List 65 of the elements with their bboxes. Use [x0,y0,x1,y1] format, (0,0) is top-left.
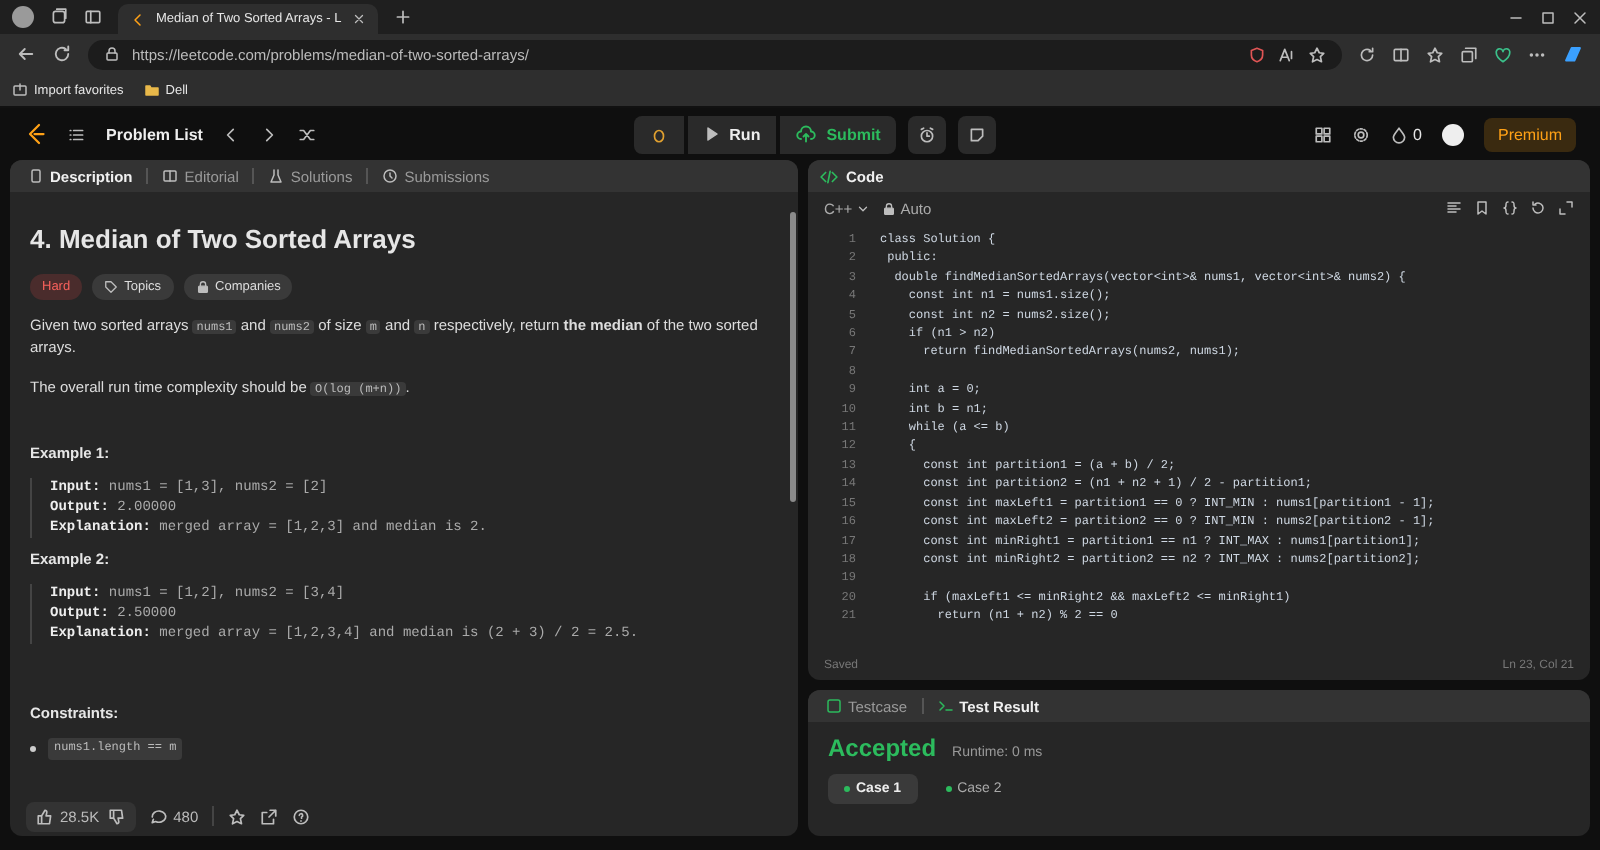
lock-icon [882,201,897,215]
clock-icon [382,168,399,184]
book-icon [162,168,179,184]
site-logo-icon [130,11,146,27]
shuffle-icon[interactable] [298,125,317,143]
split-screen-icon[interactable] [1392,45,1410,63]
profile-avatar[interactable] [12,6,34,28]
bullet-dot [30,746,36,753]
collections-icon[interactable] [1460,45,1478,63]
bookmark-icon[interactable] [1474,200,1490,216]
alarm-button[interactable] [908,115,947,153]
submit-button[interactable]: Submit [780,115,897,153]
user-avatar[interactable] [1441,123,1464,145]
code-icon [820,167,838,185]
terminal-icon [937,698,954,714]
alarm-clock-icon [918,125,937,143]
problem-title: 4. Median of Two Sorted Arrays [30,222,418,258]
star-icon[interactable] [228,807,247,825]
document-icon [28,168,44,184]
refresh-icon[interactable] [1358,45,1376,63]
close-icon[interactable] [1572,9,1588,25]
thumbs-up-icon[interactable] [36,807,54,825]
logo-icon[interactable] [24,122,48,146]
checkbox-icon [826,698,842,714]
close-icon[interactable] [351,12,366,26]
folder-icon [143,82,160,98]
streak-count: 0 [1413,125,1422,143]
debug-button[interactable] [633,115,684,153]
back-icon[interactable] [16,44,36,64]
tabs-icon[interactable] [50,8,68,26]
note-icon [968,125,987,143]
flask-icon [268,168,285,184]
play-icon [703,126,720,142]
verdict-text: Accepted [828,734,937,762]
shield-icon[interactable] [1248,45,1266,63]
list-icon [68,125,86,143]
chevron-right-icon[interactable] [260,125,279,143]
lock-icon [195,280,210,295]
braces-icon[interactable] [1502,200,1518,216]
refresh-icon[interactable] [52,44,72,64]
settings-icon[interactable] [1351,125,1370,143]
star-icon[interactable] [1308,45,1326,63]
chevron-down-icon [856,201,871,215]
sidebar-icon[interactable] [84,8,102,26]
comment-icon[interactable] [149,807,168,825]
run-button[interactable]: Run [687,115,777,153]
thumbs-down-icon[interactable] [107,807,126,825]
reset-icon[interactable] [1530,200,1546,216]
share-icon[interactable] [260,807,279,825]
notes-button[interactable] [958,115,997,153]
format-icon[interactable] [1446,200,1462,216]
premium-button[interactable]: Premium [1483,117,1576,151]
favorites-icon[interactable] [1426,45,1444,63]
read-aloud-icon[interactable] [1278,45,1296,63]
plus-icon[interactable] [393,8,412,26]
heart-icon[interactable] [1494,45,1512,63]
help-icon[interactable] [292,807,311,825]
expand-icon[interactable] [1558,200,1574,216]
layout-icon[interactable] [1313,125,1332,143]
cloud-upload-icon [796,124,817,144]
import-icon [12,82,28,98]
problem-list-link[interactable]: Problem List [106,125,203,143]
lock-icon [104,46,120,62]
tag-icon [104,280,119,295]
maximize-icon[interactable] [1540,9,1556,25]
